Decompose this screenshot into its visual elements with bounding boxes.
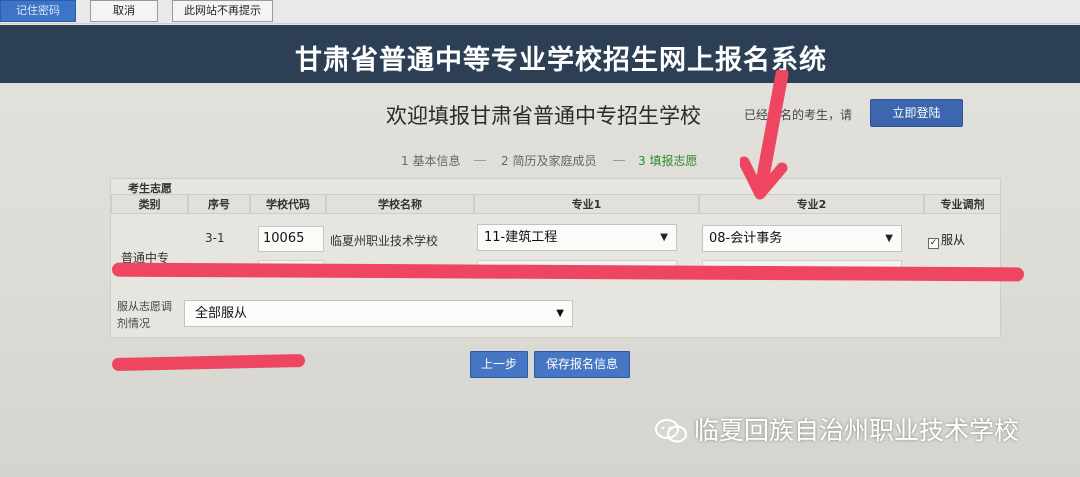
watermark-text: 临夏回族自治州职业技术学校 xyxy=(694,416,1020,445)
chevron-down-icon: ▼ xyxy=(885,233,893,244)
remember-password-button[interactable]: 记住密码 xyxy=(0,0,76,22)
password-prompt-bar: 记住密码 取消 此网站不再提示 xyxy=(0,0,1080,24)
step-fill-preferences: 3 填报志愿 xyxy=(638,154,698,168)
step-resume-family: 2 简历及家庭成员 xyxy=(501,154,597,168)
major1-select[interactable]: 11-建筑工程 ▼ xyxy=(477,224,677,251)
adjust-checkbox[interactable]: ✓ 服从 xyxy=(928,231,965,249)
column-header-school-code: 学校代码 xyxy=(250,194,326,214)
column-header-school-name: 学校名称 xyxy=(326,194,474,214)
adjust-label: 服从 xyxy=(941,233,966,247)
never-for-site-button[interactable]: 此网站不再提示 xyxy=(172,0,273,22)
obey-select[interactable]: 全部服从 ▼ xyxy=(184,300,573,327)
chevron-down-icon: ▼ xyxy=(556,308,564,319)
column-header-major1: 专业1 xyxy=(474,194,699,214)
cancel-button[interactable]: 取消 xyxy=(90,0,158,22)
step-divider xyxy=(613,160,625,161)
school-name-cell: 临夏州职业技术学校 xyxy=(330,234,439,248)
school-code-input[interactable]: 10065 xyxy=(258,226,324,252)
site-banner: 甘肃省普通中等专业学校招生网上报名系统 xyxy=(0,25,1080,83)
login-button[interactable]: 立即登陆 xyxy=(870,99,963,127)
save-button[interactable]: 保存报名信息 xyxy=(534,351,630,378)
preference-form: 考生志愿 类别 序号 学校代码 学校名称 专业1 专业2 专业调剂 普通中专 3… xyxy=(110,178,1001,338)
prev-step-button[interactable]: 上一步 xyxy=(470,351,528,378)
major2-value: 08-会计事务 xyxy=(709,231,783,246)
step-divider xyxy=(474,160,486,161)
column-header-major2: 专业2 xyxy=(699,194,924,214)
column-header-adjust: 专业调剂 xyxy=(924,194,1001,214)
major2-select[interactable]: 08-会计事务 ▼ xyxy=(702,225,902,252)
column-header-seq: 序号 xyxy=(188,194,250,214)
red-underline-stroke xyxy=(111,353,306,372)
page-title: 欢迎填报甘肃省普通中专招生学校 xyxy=(386,104,701,128)
column-header-category: 类别 xyxy=(111,194,188,214)
major1-value: 11-建筑工程 xyxy=(484,230,558,245)
checkbox-checked-icon: ✓ xyxy=(928,238,939,249)
obey-value: 全部服从 xyxy=(195,306,248,321)
step-basic-info: 1 基本信息 xyxy=(401,154,461,168)
seq-cell: 3-1 xyxy=(205,231,225,245)
chevron-down-icon: ▼ xyxy=(660,232,668,243)
red-arrow-icon xyxy=(740,70,789,200)
obey-label: 服从志愿调剂情况 xyxy=(117,300,172,330)
wechat-icon xyxy=(655,419,687,443)
